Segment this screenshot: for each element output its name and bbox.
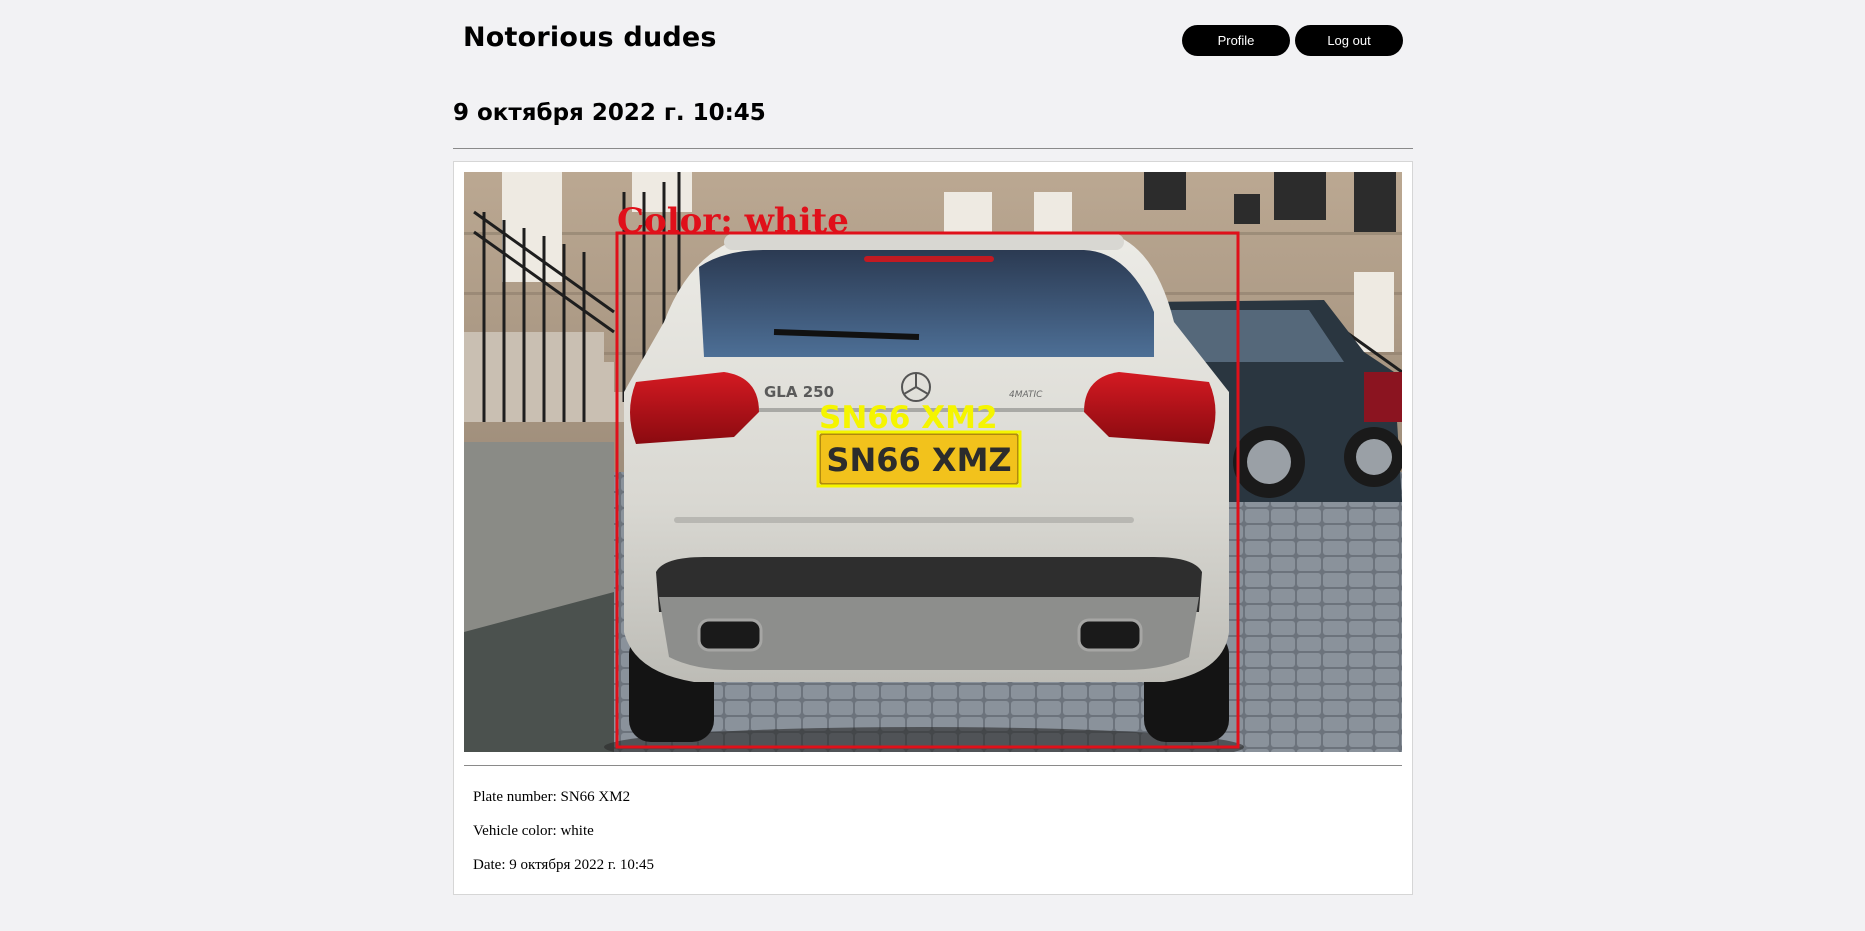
app-title: Notorious dudes [463,22,717,53]
color-annotation-label: Color: white [617,201,849,241]
model-badge: GLA 250 [764,383,834,401]
license-plate-text: SN66 XMZ [826,441,1011,479]
photo-illustration: GLA 250 4MATIC SN66 XMZ Color: white SN6… [464,172,1402,752]
record-heading: 9 октября 2022 г. 10:45 [453,100,766,126]
detection-card: GLA 250 4MATIC SN66 XMZ Color: white SN6… [453,161,1413,895]
date-line: Date: 9 октября 2022 г. 10:45 [473,857,654,873]
logout-button[interactable]: Log out [1295,25,1403,56]
card-divider [464,765,1402,766]
profile-button[interactable]: Profile [1182,25,1290,56]
detection-photo: GLA 250 4MATIC SN66 XMZ Color: white SN6… [464,172,1402,752]
trim-badge: 4MATIC [1009,390,1043,400]
plate-annotation-label: SN66 XM2 [819,400,998,436]
plate-number-line: Plate number: SN66 XM2 [473,789,631,805]
heading-divider [453,148,1413,149]
vehicle-color-line: Vehicle color: white [473,823,594,839]
top-nav: Profile Log out [1182,25,1403,56]
page: Notorious dudes Profile Log out 9 октябр… [0,0,1865,931]
detection-details: Plate number: SN66 XM2 Vehicle color: wh… [473,780,654,882]
